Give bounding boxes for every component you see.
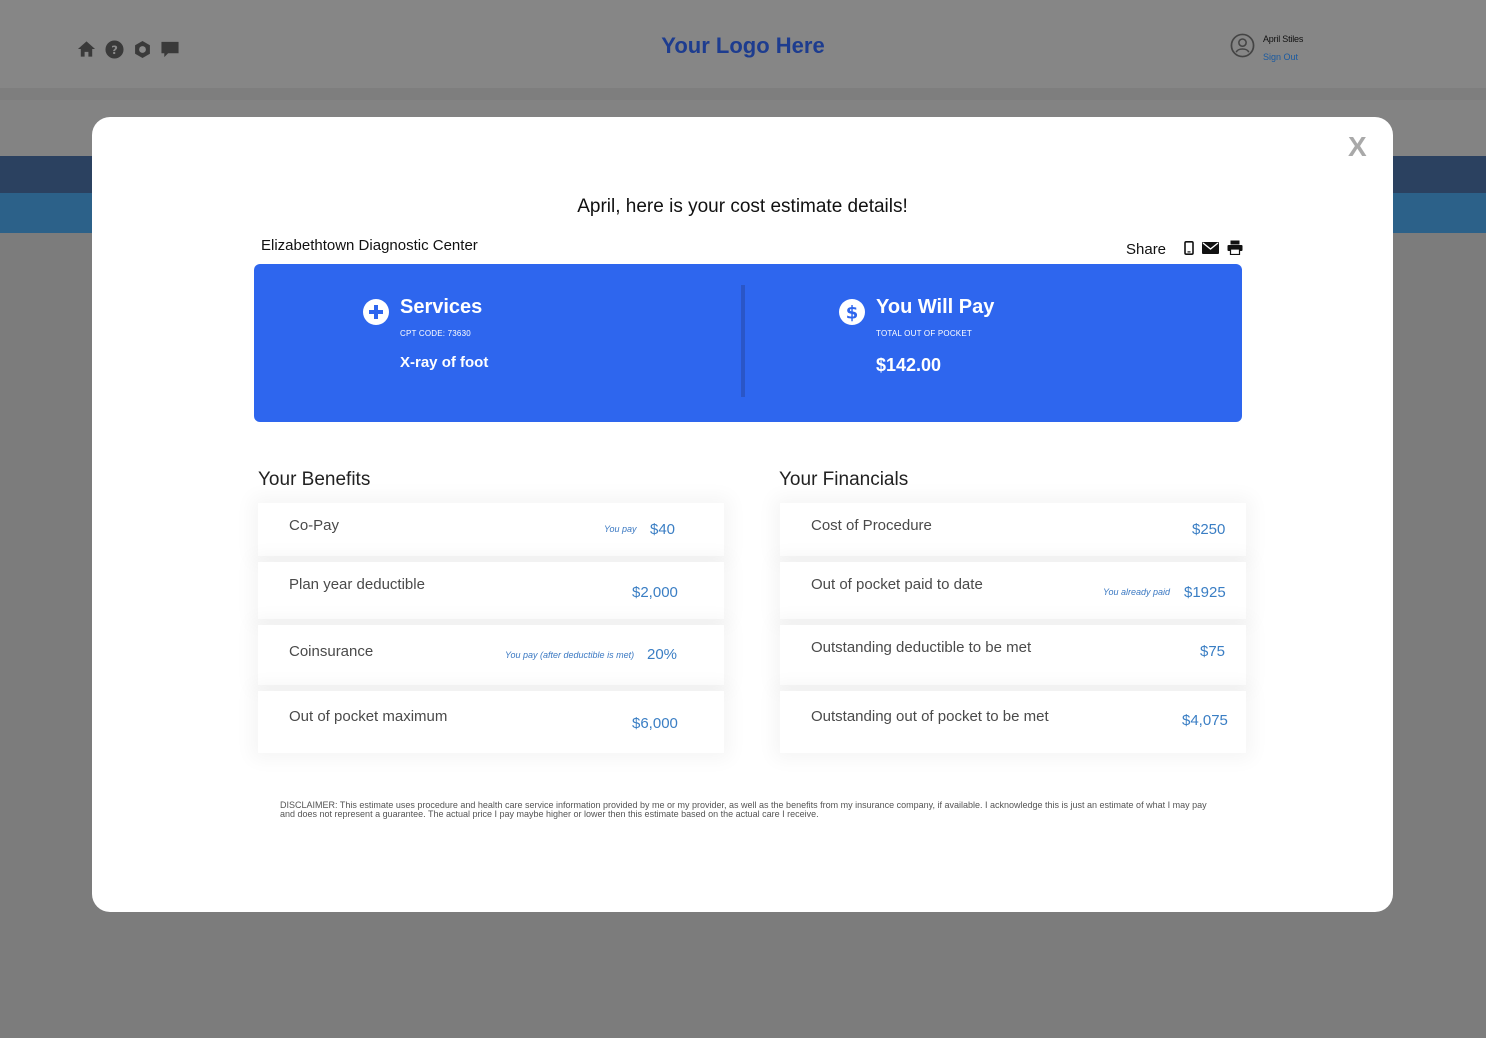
share-bar: Share <box>1126 240 1243 259</box>
financial-label: Out of pocket paid to date <box>811 576 983 593</box>
modal-headline: April, here is your cost estimate detail… <box>577 196 908 217</box>
financial-label: Outstanding out of pocket to be met <box>811 708 1049 725</box>
summary-divider <box>741 285 745 397</box>
benefit-value: $2,000 <box>632 584 678 601</box>
financials-title: Your Financials <box>779 469 909 490</box>
estimate-summary: Services CPT CODE: 73630 X-ray of foot $… <box>254 264 1242 422</box>
benefit-label: Out of pocket maximum <box>289 708 448 725</box>
email-icon[interactable] <box>1202 241 1220 258</box>
benefit-note: You pay (after deductible is met) <box>505 650 635 660</box>
sign-out-link[interactable]: Sign Out <box>1263 52 1303 62</box>
cpt-code: CPT CODE: 73630 <box>400 329 471 338</box>
pay-subtitle: TOTAL OUT OF POCKET <box>876 329 972 338</box>
benefit-row: Coinsurance You pay (after deductible is… <box>258 625 724 685</box>
benefit-label: Plan year deductible <box>289 576 425 593</box>
services-title: Services <box>400 296 483 318</box>
plus-icon <box>363 299 389 325</box>
header-divider <box>0 88 1486 100</box>
print-icon[interactable] <box>1227 240 1243 259</box>
user-info: April Stiles Sign Out <box>1263 34 1303 62</box>
benefit-row: Out of pocket maximum $6,000 <box>258 691 724 753</box>
financial-label: Cost of Procedure <box>811 517 932 534</box>
financial-value: $75 <box>1200 643 1226 660</box>
financial-row: Outstanding out of pocket to be met $4,0… <box>780 691 1246 753</box>
benefits-title: Your Benefits <box>258 469 371 490</box>
user-menu: April Stiles Sign Out <box>1230 33 1303 63</box>
pay-amount: $142.00 <box>876 355 942 375</box>
svg-text:$: $ <box>846 303 859 324</box>
provider-name: Elizabethtown Diagnostic Center <box>261 237 478 254</box>
benefit-note: You pay <box>604 524 637 534</box>
service-name: X-ray of foot <box>400 354 489 371</box>
benefit-label: Coinsurance <box>289 643 374 660</box>
benefit-row: Plan year deductible $2,000 <box>258 562 724 619</box>
benefit-label: Co-Pay <box>289 517 340 534</box>
financial-row: Out of pocket paid to date You already p… <box>780 562 1246 619</box>
close-button[interactable]: X <box>1348 131 1367 163</box>
mobile-icon[interactable] <box>1184 240 1194 259</box>
financial-value: $250 <box>1192 521 1226 538</box>
dollar-icon: $ <box>839 299 865 325</box>
benefit-value: 20% <box>647 646 678 663</box>
share-label: Share <box>1126 241 1167 258</box>
user-name: April Stiles <box>1263 34 1304 44</box>
financial-value: $1925 <box>1184 584 1226 601</box>
cost-estimate-modal: X April, here is your cost estimate deta… <box>92 117 1393 912</box>
financial-note: You already paid <box>1103 587 1171 597</box>
disclaimer-text: DISCLAIMER: This estimate uses procedure… <box>280 800 1207 819</box>
financial-row: Cost of Procedure $250 <box>780 503 1246 556</box>
financial-value: $4,075 <box>1182 712 1228 729</box>
benefit-value: $40 <box>650 521 676 538</box>
financial-label: Outstanding deductible to be met <box>811 639 1032 656</box>
user-icon[interactable] <box>1230 33 1255 63</box>
financial-row: Outstanding deductible to be met $75 <box>780 625 1246 685</box>
pay-title: You Will Pay <box>876 296 995 318</box>
benefit-row: Co-Pay You pay $40 <box>258 503 724 556</box>
benefit-value: $6,000 <box>632 715 678 732</box>
